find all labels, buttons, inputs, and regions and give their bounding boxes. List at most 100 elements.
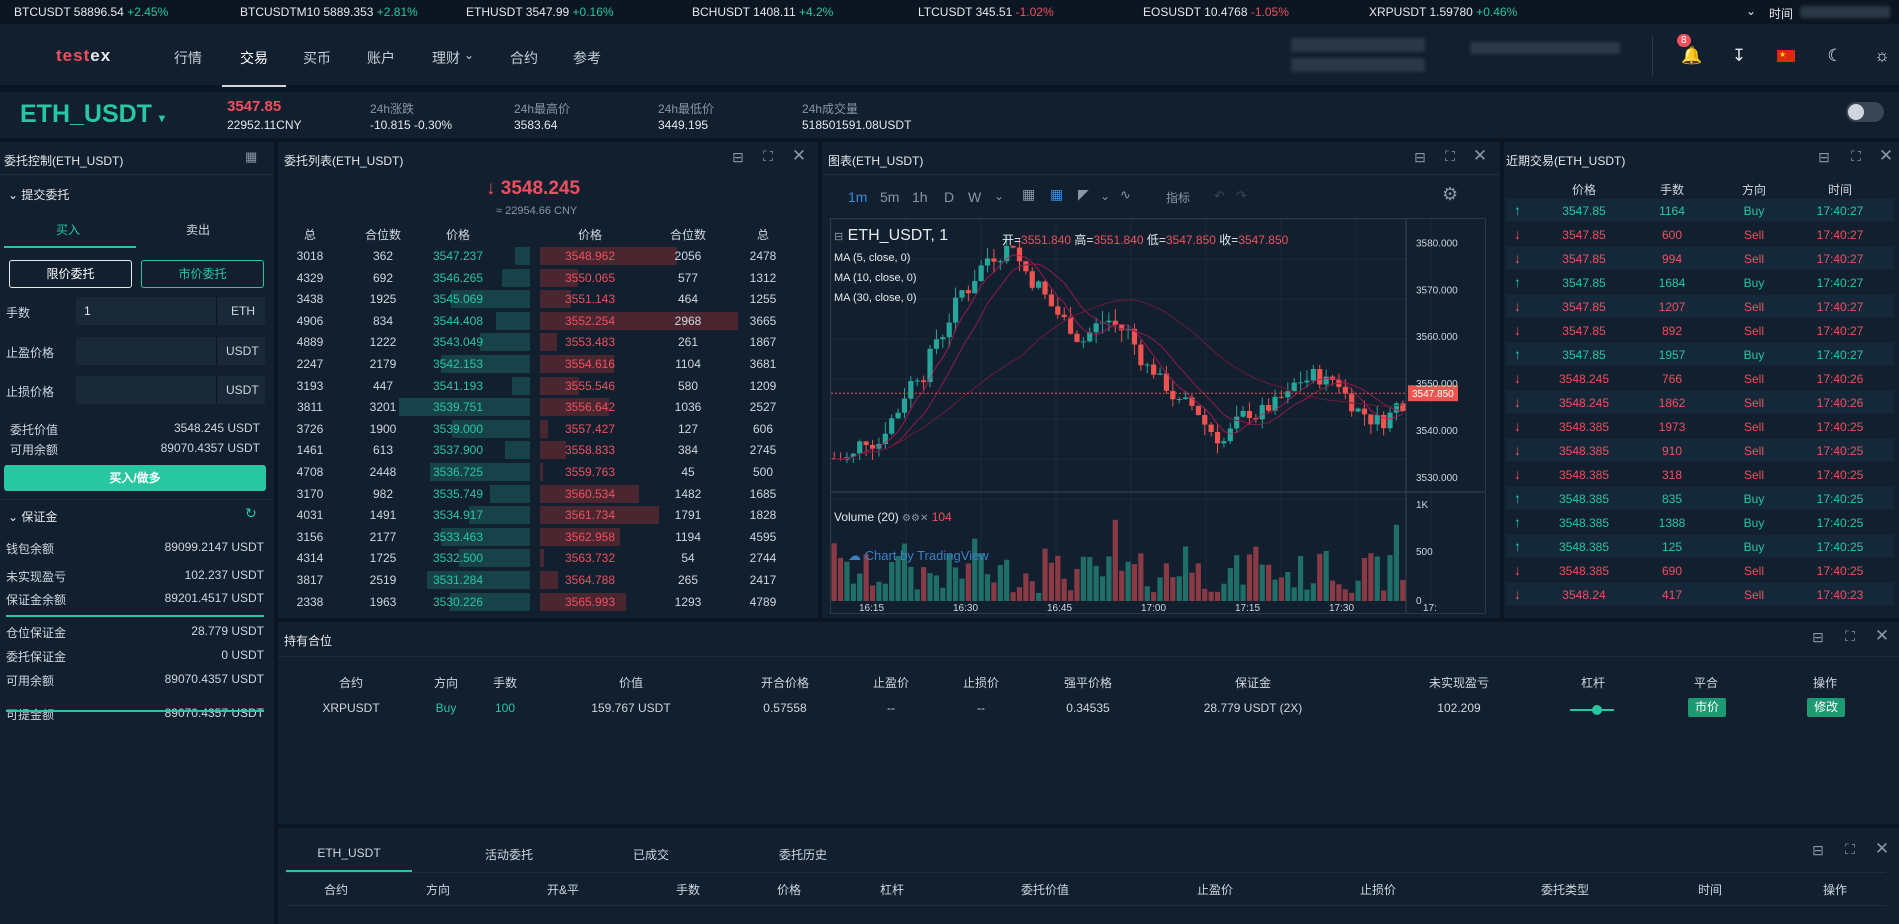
orderbook-cell[interactable]: 3535.749 [418, 487, 498, 501]
orderbook-cell[interactable]: 4031 [270, 508, 350, 522]
orderbook-cell[interactable]: 3438 [270, 292, 350, 306]
minimize-icon[interactable]: ⊟ [1810, 842, 1826, 859]
orderbook-cell[interactable]: 3559.763 [550, 465, 630, 479]
orderbook-cell[interactable]: 3542.153 [418, 357, 498, 371]
orderbook-cell[interactable]: 982 [343, 487, 423, 501]
orderbook-cell[interactable]: 1104 [648, 357, 728, 371]
orderbook-cell[interactable]: 4789 [723, 595, 803, 609]
orderbook-cell[interactable]: 2179 [343, 357, 423, 371]
expand-icon[interactable]: ⛶ [760, 148, 776, 165]
orderbook-cell[interactable]: 3563.732 [550, 551, 630, 565]
close-icon[interactable]: ✕ [1874, 839, 1890, 859]
orderbook-cell[interactable]: 464 [648, 292, 728, 306]
orderbook-cell[interactable]: 3817 [270, 573, 350, 587]
orderbook-cell[interactable]: 1867 [723, 335, 803, 349]
ticker-item[interactable]: XRPUSDT 1.59780 +0.46% [1369, 5, 1517, 19]
take-profit-field[interactable]: USDT [76, 337, 265, 365]
orderbook-cell[interactable]: 1900 [343, 422, 423, 436]
ticker-item[interactable]: BTCUSDTM10 5889.353 +2.81% [240, 5, 418, 19]
minimize-icon[interactable]: ⊟ [1412, 149, 1428, 166]
orderbook-cell[interactable]: 3193 [270, 379, 350, 393]
orderbook-cell[interactable]: 3541.193 [418, 379, 498, 393]
orderbook-cell[interactable]: 2478 [723, 249, 803, 263]
orderbook-cell[interactable]: 384 [648, 443, 728, 457]
orderbook-cell[interactable]: 3543.049 [418, 335, 498, 349]
orderbook-cell[interactable]: 3565.993 [550, 595, 630, 609]
orderbook-cell[interactable]: 3555.546 [550, 379, 630, 393]
orderbook-cell[interactable]: 1222 [343, 335, 423, 349]
edit-position-button[interactable]: 修改 [1807, 698, 1845, 717]
interval-5m[interactable]: 5m [880, 189, 899, 205]
collapse-icon[interactable]: ⊟ [834, 231, 843, 243]
orderbook-cell[interactable]: 1312 [723, 271, 803, 285]
calculator-icon[interactable]: ▦ [245, 149, 257, 165]
orderbook-cell[interactable]: 3811 [270, 400, 350, 414]
nav-item-6[interactable]: 参考 [573, 48, 601, 68]
orderbook-cell[interactable]: 1293 [648, 595, 728, 609]
nav-item-0[interactable]: 行情 [174, 48, 202, 68]
orderbook-cell[interactable]: 3547.237 [418, 249, 498, 263]
orderbook-cell[interactable]: 3533.463 [418, 530, 498, 544]
orderbook-cell[interactable]: 3537.900 [418, 443, 498, 457]
indicator-button[interactable]: 指标 [1166, 189, 1190, 206]
orderbook-cell[interactable]: 1491 [343, 508, 423, 522]
nav-item-5[interactable]: 合约 [510, 48, 538, 68]
indicator-icon[interactable]: ∿ [1120, 187, 1131, 203]
ticker-item[interactable]: EOSUSDT 10.4768 -1.05% [1143, 5, 1289, 19]
orderbook-cell[interactable]: 261 [648, 335, 728, 349]
settings-icon[interactable]: ⚙⚙✕ [902, 513, 928, 524]
orderbook-cell[interactable]: 613 [343, 443, 423, 457]
expand-icon[interactable]: ⛶ [1842, 841, 1858, 858]
orderbook-cell[interactable]: 1194 [648, 530, 728, 544]
orderbook-cell[interactable]: 2177 [343, 530, 423, 544]
expand-icon[interactable]: ⛶ [1442, 148, 1458, 165]
logo[interactable]: testex [56, 46, 111, 66]
orderbook-cell[interactable]: 54 [648, 551, 728, 565]
orderbook-cell[interactable]: 265 [648, 573, 728, 587]
orderbook-cell[interactable]: 3548.962 [550, 249, 630, 263]
minimize-icon[interactable]: ⊟ [1816, 149, 1832, 166]
orderbook-cell[interactable]: 3550.065 [550, 271, 630, 285]
stop-loss-field[interactable]: USDT [76, 376, 265, 404]
nav-item-3[interactable]: 账户 [367, 48, 395, 68]
orderbook-cell[interactable]: 1255 [723, 292, 803, 306]
orderbook-cell[interactable]: 3554.616 [550, 357, 630, 371]
orderbook-cell[interactable]: 3018 [270, 249, 350, 263]
orderbook-cell[interactable]: 3562.958 [550, 530, 630, 544]
close-icon[interactable]: ✕ [791, 146, 807, 166]
orderbook-cell[interactable]: 2056 [648, 249, 728, 263]
tab-pair[interactable]: ETH_USDT [289, 846, 409, 860]
theme-toggle[interactable] [1846, 102, 1884, 122]
area-style-icon[interactable]: ◤ [1078, 186, 1089, 203]
orderbook-cell[interactable]: 4314 [270, 551, 350, 565]
orderbook-cell[interactable]: 2519 [343, 573, 423, 587]
orderbook-cell[interactable]: 577 [648, 271, 728, 285]
tab-1[interactable]: 活动委托 [449, 846, 569, 863]
tab-buy[interactable]: 买入 [56, 221, 80, 238]
orderbook-cell[interactable]: 4906 [270, 314, 350, 328]
orderbook-cell[interactable]: 2744 [723, 551, 803, 565]
gear-icon[interactable]: ⚙ [1442, 184, 1458, 205]
orderbook-cell[interactable]: 127 [648, 422, 728, 436]
orderbook-cell[interactable]: 3546.265 [418, 271, 498, 285]
orderbook-cell[interactable]: 3558.833 [550, 443, 630, 457]
orderbook-cell[interactable]: 1963 [343, 595, 423, 609]
limit-order-button[interactable]: 限价委托 [9, 260, 132, 288]
orderbook-cell[interactable]: 3536.725 [418, 465, 498, 479]
orderbook-cell[interactable]: 580 [648, 379, 728, 393]
orderbook-cell[interactable]: 3534.917 [418, 508, 498, 522]
orderbook-cell[interactable]: 4708 [270, 465, 350, 479]
orderbook-cell[interactable]: 3530.226 [418, 595, 498, 609]
interval-D[interactable]: D [944, 189, 954, 205]
redo-icon[interactable]: ↷ [1236, 188, 1247, 204]
orderbook-cell[interactable]: 2247 [270, 357, 350, 371]
orderbook-cell[interactable]: 2968 [648, 314, 728, 328]
close-icon[interactable]: ✕ [1874, 626, 1890, 646]
orderbook-cell[interactable]: 1482 [648, 487, 728, 501]
ticker-item[interactable]: BCHUSDT 1408.11 +4.2% [692, 5, 833, 19]
orderbook-cell[interactable]: 2338 [270, 595, 350, 609]
interval-W[interactable]: W [968, 189, 981, 205]
orderbook-cell[interactable]: 3544.408 [418, 314, 498, 328]
orderbook-cell[interactable]: 1461 [270, 443, 350, 457]
orderbook-cell[interactable]: 3552.254 [550, 314, 630, 328]
